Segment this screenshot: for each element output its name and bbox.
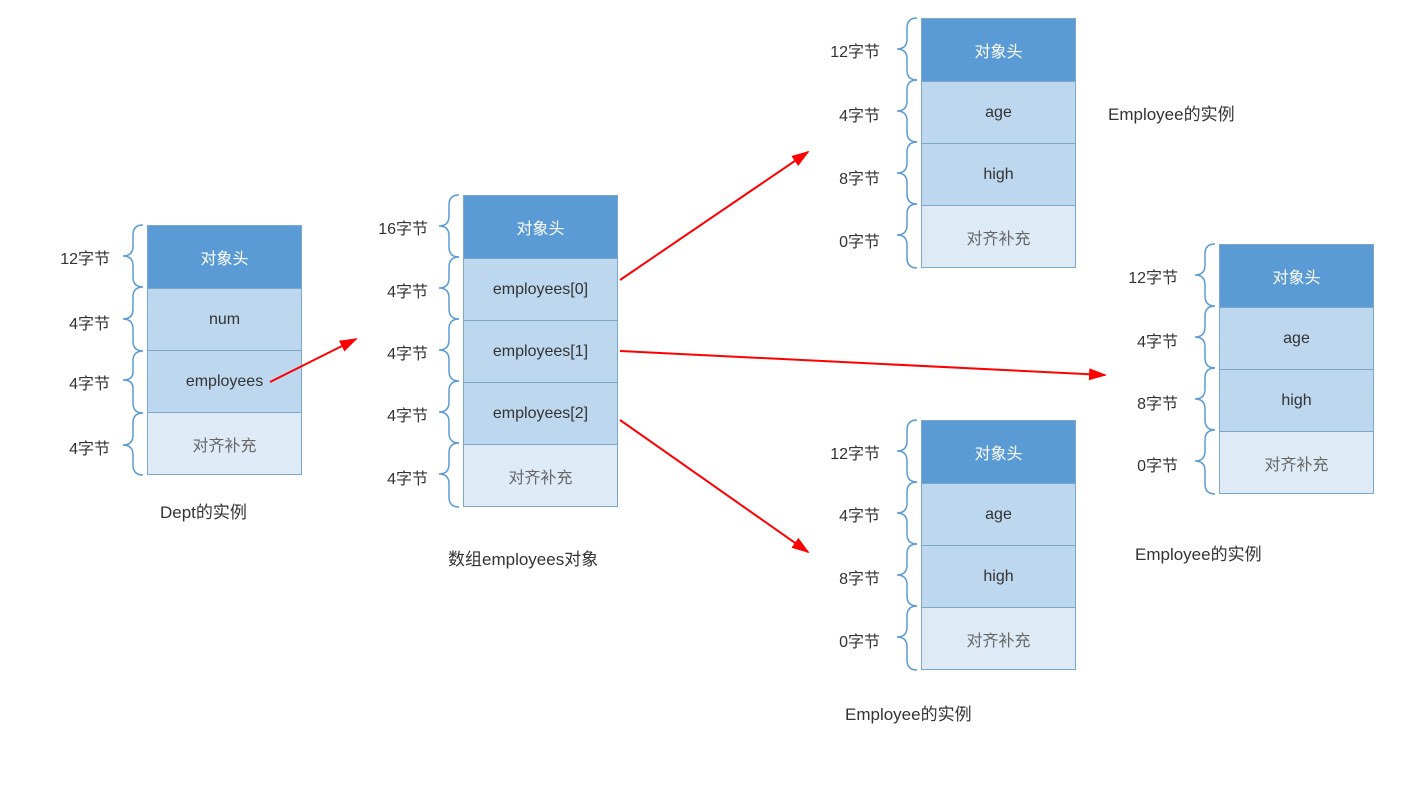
dept-box: 对象头 num employees 对齐补充 xyxy=(147,225,302,475)
emp-box-1: 对象头 age high 对齐补充 xyxy=(921,18,1076,268)
emp2-caption: Employee的实例 xyxy=(1135,540,1262,565)
array-elem-1: employees[1] xyxy=(464,320,617,382)
array-size-3: 4字节 xyxy=(368,402,428,426)
array-header: 对象头 xyxy=(464,196,617,258)
emp3-size-2: 8字节 xyxy=(820,565,880,589)
dept-employees: employees xyxy=(148,350,301,412)
emp-box-2: 对象头 age high 对齐补充 xyxy=(1219,244,1374,494)
arrow-arr0-to-emp1 xyxy=(620,152,808,280)
arrow-arr1-to-emp2 xyxy=(620,351,1105,375)
array-pad: 对齐补充 xyxy=(464,444,617,506)
emp3-age: age xyxy=(922,483,1075,545)
emp1-size-0: 12字节 xyxy=(820,38,880,62)
dept-size-0: 12字节 xyxy=(50,245,110,269)
emp2-pad: 对齐补充 xyxy=(1220,431,1373,493)
array-size-1: 4字节 xyxy=(368,278,428,302)
emp2-size-0: 12字节 xyxy=(1118,264,1178,288)
emp1-size-3: 0字节 xyxy=(820,228,880,252)
emp1-age: age xyxy=(922,81,1075,143)
array-elem-2: employees[2] xyxy=(464,382,617,444)
array-caption: 数组employees对象 xyxy=(448,545,598,570)
emp3-size-3: 0字节 xyxy=(820,628,880,652)
array-box: 对象头 employees[0] employees[1] employees[… xyxy=(463,195,618,507)
dept-num: num xyxy=(148,288,301,350)
emp3-size-0: 12字节 xyxy=(820,440,880,464)
emp1-size-1: 4字节 xyxy=(820,102,880,126)
emp2-header: 对象头 xyxy=(1220,245,1373,307)
array-size-2: 4字节 xyxy=(368,340,428,364)
dept-pad: 对齐补充 xyxy=(148,412,301,474)
emp1-high: high xyxy=(922,143,1075,205)
emp2-high: high xyxy=(1220,369,1373,431)
emp2-size-1: 4字节 xyxy=(1118,328,1178,352)
emp1-header: 对象头 xyxy=(922,19,1075,81)
emp3-pad: 对齐补充 xyxy=(922,607,1075,669)
emp1-pad: 对齐补充 xyxy=(922,205,1075,267)
dept-caption: Dept的实例 xyxy=(160,498,247,523)
emp3-header: 对象头 xyxy=(922,421,1075,483)
emp2-size-2: 8字节 xyxy=(1118,390,1178,414)
array-size-4: 4字节 xyxy=(368,465,428,489)
emp1-size-2: 8字节 xyxy=(820,165,880,189)
dept-size-3: 4字节 xyxy=(50,435,110,459)
arrow-arr2-to-emp3 xyxy=(620,420,808,552)
emp2-size-3: 0字节 xyxy=(1118,452,1178,476)
emp3-size-1: 4字节 xyxy=(820,502,880,526)
array-elem-0: employees[0] xyxy=(464,258,617,320)
dept-size-2: 4字节 xyxy=(50,370,110,394)
dept-size-1: 4字节 xyxy=(50,310,110,334)
emp3-high: high xyxy=(922,545,1075,607)
array-size-0: 16字节 xyxy=(368,215,428,239)
emp3-caption: Employee的实例 xyxy=(845,700,972,725)
emp1-caption: Employee的实例 xyxy=(1108,100,1235,125)
emp-box-3: 对象头 age high 对齐补充 xyxy=(921,420,1076,670)
dept-header: 对象头 xyxy=(148,226,301,288)
emp2-age: age xyxy=(1220,307,1373,369)
